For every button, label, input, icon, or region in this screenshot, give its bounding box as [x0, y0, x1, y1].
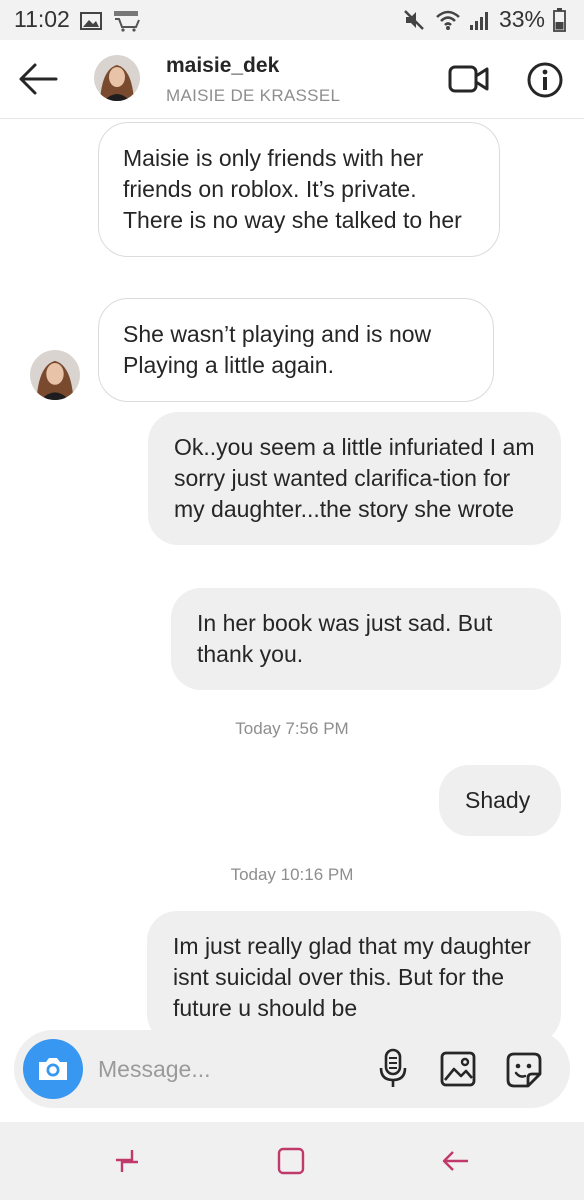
message-composer	[14, 1030, 570, 1108]
sender-avatar[interactable]	[30, 350, 80, 400]
camera-button[interactable]	[23, 1039, 83, 1099]
avatar-image	[30, 350, 80, 400]
message-bubble-incoming[interactable]: She wasn’t playing and is now Playing a …	[98, 298, 494, 402]
back-icon	[442, 1151, 468, 1171]
status-bar: 11:02 33%	[0, 0, 584, 40]
microphone-icon	[379, 1048, 407, 1087]
nav-back-button[interactable]	[440, 1146, 470, 1181]
recent-apps-icon	[116, 1150, 138, 1172]
home-icon	[277, 1147, 305, 1175]
timestamp: Today 7:56 PM	[235, 719, 349, 738]
mute-icon	[404, 9, 424, 30]
amazon-icon	[114, 11, 141, 32]
sticker-button[interactable]	[504, 1050, 544, 1095]
avatar[interactable]	[94, 55, 140, 101]
info-button[interactable]	[526, 61, 564, 104]
gallery-button[interactable]	[439, 1050, 477, 1093]
home-button[interactable]	[276, 1146, 306, 1181]
status-left-icons	[80, 10, 142, 32]
username[interactable]: maisie_dek	[166, 54, 279, 78]
back-arrow-icon	[19, 63, 58, 95]
battery-percent: 33%	[498, 6, 545, 32]
sticker-icon	[506, 1052, 542, 1088]
video-call-icon	[448, 65, 489, 93]
status-right: 33%	[403, 6, 566, 33]
message-bubble-outgoing[interactable]: In her book was just sad. But thank you.	[171, 588, 561, 690]
message-bubble-outgoing[interactable]: Ok..you seem a little infuriated I am so…	[148, 412, 561, 545]
message-bubble-outgoing[interactable]: Im just really glad that my daughter isn…	[147, 911, 561, 1044]
battery-icon	[553, 7, 566, 32]
status-time: 11:02	[14, 6, 70, 32]
system-nav-bar	[0, 1122, 584, 1200]
wifi-icon	[436, 10, 460, 30]
chat-header: maisie_dek MAISIE DE KRASSEL	[0, 40, 584, 119]
message-bubble-incoming[interactable]: Maisie is only friends with her friends …	[98, 122, 500, 257]
full-name: MAISIE DE KRASSEL	[166, 86, 341, 105]
image-icon	[80, 12, 102, 30]
avatar-image	[94, 55, 140, 101]
signal-icon	[469, 11, 488, 30]
message-input[interactable]	[98, 1052, 348, 1086]
info-icon	[527, 62, 563, 98]
timestamp: Today 10:16 PM	[230, 865, 354, 884]
back-button[interactable]	[18, 62, 58, 101]
gallery-icon	[440, 1051, 476, 1087]
message-thread[interactable]: Maisie is only friends with her friends …	[0, 118, 584, 1124]
recent-apps-button[interactable]	[112, 1146, 142, 1181]
video-call-button[interactable]	[448, 62, 490, 101]
camera-icon	[39, 1058, 67, 1080]
message-bubble-outgoing[interactable]: Shady	[439, 765, 561, 836]
voice-message-button[interactable]	[378, 1048, 408, 1095]
